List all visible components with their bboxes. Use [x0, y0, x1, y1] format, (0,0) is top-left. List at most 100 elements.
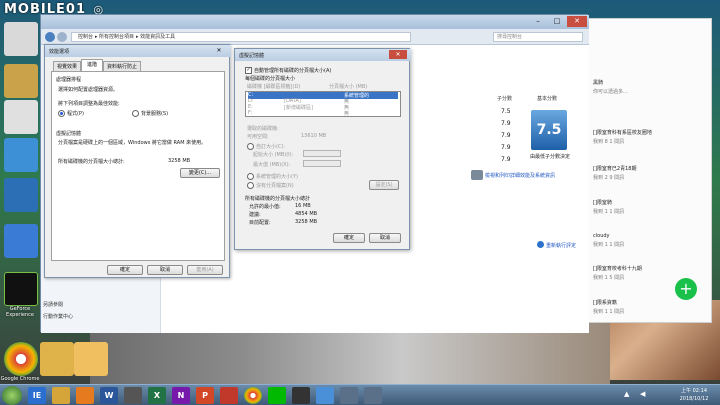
explorer-icon[interactable]: [52, 387, 70, 404]
radio-on-icon: [58, 110, 65, 117]
close-button[interactable]: ✕: [567, 16, 587, 27]
geforce-experience-label: GeForce Experience: [6, 306, 34, 318]
forward-icon[interactable]: [57, 32, 67, 42]
radio-off-icon: [132, 110, 139, 117]
breadcrumb-item[interactable]: 效能資訊及工具: [140, 34, 175, 40]
radio-programs[interactable]: 程式(P): [58, 110, 84, 117]
set-button[interactable]: 設定(S): [369, 180, 399, 190]
subscore-value: 7.9: [501, 144, 511, 151]
maximize-button[interactable]: □: [548, 16, 566, 27]
action-center-link[interactable]: 行動作業中心: [43, 313, 73, 320]
close-button[interactable]: ✕: [389, 50, 407, 59]
chrome-desktop-icon[interactable]: [4, 342, 38, 376]
chrome-icon[interactable]: [244, 387, 262, 404]
app-icon[interactable]: [364, 387, 382, 404]
drive-list[interactable]: C: 系統管理的 D: [DATA] 無 E: [新增磁碟區] 無 F: 無: [245, 91, 401, 117]
system-clock[interactable]: 上午 02:14 2018/10/12: [670, 387, 718, 405]
chat-item[interactable]: []限系資籍 我到 1 1 間訊: [593, 299, 709, 323]
chat-item[interactable]: cloudy 我到 1 1 間訊: [593, 233, 709, 257]
tab-dep[interactable]: 資料執行防止: [103, 61, 141, 71]
chat-title: []限室育科有系區校友圈地: [593, 130, 652, 136]
recommended-value: 4854 MB: [295, 211, 318, 217]
folder-icon-3[interactable]: [74, 342, 108, 376]
change-button[interactable]: 變更(C)...: [180, 168, 220, 178]
rerun-assessment-link[interactable]: 重新執行評定: [546, 242, 576, 249]
virtual-memory-desc: 分頁檔案是硬碟上的一個區域，Windows 將它當做 RAM 來使用。: [58, 140, 207, 146]
app-icon[interactable]: [124, 387, 142, 404]
app-icon[interactable]: [316, 387, 334, 404]
breadcrumb[interactable]: 控制台 ▸ 所有控制台項目 ▸ 效能資訊及工具: [71, 32, 411, 42]
volume-icon[interactable]: ◀: [640, 390, 650, 400]
selected-drive-label: 選取的磁碟機:: [247, 126, 279, 132]
recycle-bin-icon[interactable]: [4, 22, 38, 56]
app-icon-1[interactable]: [4, 100, 38, 134]
app-icon-2[interactable]: [4, 138, 38, 172]
custom-size-radio[interactable]: 自訂大小(C):: [247, 143, 285, 150]
folder-icon[interactable]: [4, 64, 38, 98]
cancel-button[interactable]: 取消: [147, 265, 183, 275]
ie-icon[interactable]: IE: [28, 387, 46, 404]
back-icon[interactable]: [45, 32, 55, 42]
onenote-icon[interactable]: N: [172, 387, 190, 404]
apply-button[interactable]: 套用(A): [187, 265, 223, 275]
drive-row[interactable]: F: 無: [248, 110, 398, 117]
chat-item[interactable]: []限室騎 我到 1 1 間訊: [593, 199, 709, 223]
geforce-experience-icon[interactable]: [4, 272, 38, 306]
ok-button[interactable]: 確定: [107, 265, 143, 275]
allocated-value: 3258 MB: [295, 219, 318, 225]
base-score-header: 基本分數: [537, 96, 558, 102]
chat-panel: 黑騎 你可以透過多… []限室育科有系區校友圈地 我到 8 1 間訊 []限室育…: [584, 18, 712, 323]
chat-item[interactable]: 黑騎 你可以透過多…: [593, 79, 709, 103]
subscore-value: 7.9: [501, 120, 511, 127]
close-button[interactable]: ✕: [211, 46, 227, 55]
tab-visual-effects[interactable]: 視覺效果: [53, 61, 81, 71]
min-allowed-value: 16 MB: [295, 203, 311, 209]
chat-item[interactable]: []限室育科有系區校友圈地 我到 8 1 間訊: [593, 129, 709, 153]
breadcrumb-item[interactable]: 所有控制台項目: [99, 34, 134, 40]
chat-subtitle: 你可以透過多…: [593, 89, 629, 95]
minimize-button[interactable]: –: [529, 16, 547, 27]
advanced-tab-content: 處理器排程 選擇如何配置處理器資源。 將下列項目調整為最佳效能: 程式(P) 背…: [51, 71, 225, 261]
app-icon-3[interactable]: [4, 178, 38, 212]
word-icon[interactable]: W: [100, 387, 118, 404]
app-icon-4[interactable]: [4, 224, 38, 258]
search-input[interactable]: 搜尋控制台: [493, 32, 583, 42]
auto-manage-checkbox[interactable]: ✓ 自動管理所有磁碟的分頁檔大小(A): [245, 67, 331, 74]
powerpoint-icon[interactable]: P: [196, 387, 214, 404]
app-icon[interactable]: [292, 387, 310, 404]
start-button[interactable]: [2, 386, 22, 405]
chat-title: []限室騎: [593, 200, 612, 206]
app-icon[interactable]: [340, 387, 358, 404]
radio-background[interactable]: 背景服務(S): [132, 110, 168, 117]
ok-button[interactable]: 確定: [333, 233, 365, 243]
network-icon[interactable]: ▲: [624, 390, 634, 400]
media-player-icon[interactable]: [76, 387, 94, 404]
folder-icon-2[interactable]: [40, 342, 74, 376]
cancel-button[interactable]: 取消: [369, 233, 401, 243]
taskbar: IE W X N P ▲ ◀ 上午 02:14 2018/10/12: [0, 384, 720, 405]
dialog-title: 虛擬記憶體: [239, 53, 265, 59]
initial-size-input[interactable]: [303, 150, 341, 157]
per-drive-label: 每個磁碟的分頁檔大小: [245, 76, 296, 82]
add-chat-button[interactable]: +: [675, 278, 697, 300]
adjust-prompt: 將下列項目調整為最佳效能:: [58, 101, 120, 107]
app-icon[interactable]: [220, 387, 238, 404]
tab-advanced[interactable]: 進階: [81, 59, 103, 71]
recommended-label: 建議:: [249, 212, 261, 218]
chrome-desktop-label: Google Chrome: [0, 376, 40, 382]
details-link[interactable]: 檢視和列印詳細效能及系統資訊: [485, 172, 555, 179]
allocated-label: 目前配置:: [249, 220, 271, 226]
chat-subtitle: 我到 1 1 間訊: [593, 309, 625, 315]
no-paging-radio[interactable]: 沒有分頁檔案(N): [247, 182, 294, 189]
virtual-memory-dialog: 虛擬記憶體 ✕ ✓ 自動管理所有磁碟的分頁檔大小(A) 每個磁碟的分頁檔大小 磁碟…: [234, 48, 411, 250]
line-icon[interactable]: [268, 387, 286, 404]
breadcrumb-item[interactable]: 控制台: [78, 34, 93, 40]
chat-title: 黑騎: [593, 80, 604, 86]
system-managed-radio[interactable]: 系統管理的大小(Y): [247, 173, 298, 180]
max-size-input[interactable]: [303, 160, 341, 167]
explorer-navbar: 控制台 ▸ 所有控制台項目 ▸ 效能資訊及工具 搜尋控制台: [41, 29, 589, 45]
excel-icon[interactable]: X: [148, 387, 166, 404]
chat-item[interactable]: []限室育已2青18期 我到 2 9 間訊: [593, 165, 709, 189]
dialog-title: 效能選項: [49, 49, 70, 55]
initial-size-label: 起始大小 (MB)(I):: [253, 152, 294, 158]
